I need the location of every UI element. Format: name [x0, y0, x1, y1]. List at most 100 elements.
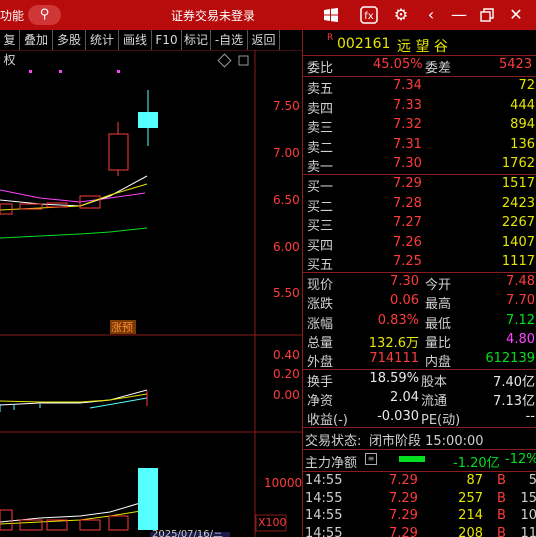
- sells-volume: 444: [510, 97, 535, 113]
- stat-value: 0.83%: [377, 312, 419, 328]
- window-title: 证券交易未登录: [171, 9, 256, 23]
- gear-icon[interactable]: ⚙: [390, 4, 412, 26]
- sells-volume: 894: [510, 117, 535, 132]
- tick-count: 5: [528, 473, 536, 488]
- tick-count: 15: [520, 490, 536, 506]
- stat-value: 0.06: [390, 293, 419, 309]
- sells-volume: 1762: [501, 156, 535, 171]
- stat-value: 714111: [369, 351, 419, 367]
- menu-item-1[interactable]: 叠加: [20, 30, 53, 50]
- stat-value: 7.70: [506, 293, 535, 309]
- settings-app-icon[interactable]: fx: [358, 4, 380, 26]
- weicha-value: 5423: [499, 57, 533, 72]
- volume-tick-label: 10000: [264, 476, 303, 490]
- main-flow-value: -1.20亿: [453, 456, 500, 471]
- buys-price: 7.28: [393, 195, 422, 211]
- tick-time: 14:55: [305, 490, 343, 506]
- buys-volume: 1407: [501, 234, 535, 250]
- forward-icon[interactable]: —: [448, 4, 470, 26]
- menu-item-7[interactable]: -自选: [211, 30, 248, 50]
- price-tick-label: 7.00: [273, 146, 300, 160]
- tick-bs: B: [497, 473, 506, 488]
- sells-row[interactable]: 卖三 7.32 894: [303, 116, 536, 136]
- buys-price: 7.27: [393, 215, 422, 230]
- buys-label: 买二: [307, 199, 334, 215]
- tick-bs: B: [497, 525, 506, 537]
- menu-item-0[interactable]: 复权: [0, 30, 20, 67]
- close-icon[interactable]: ✕: [505, 4, 527, 26]
- fundamental-value: 7.13亿: [493, 394, 535, 409]
- stat-value: 7.30: [390, 274, 419, 289]
- tick-volume: 208: [458, 525, 483, 537]
- buys-price: 7.25: [393, 254, 422, 269]
- svg-text:fx: fx: [364, 11, 374, 22]
- stat-value: 4.80: [506, 331, 535, 347]
- buys-price: 7.29: [393, 176, 422, 191]
- fundamental-row: 收益(-) -0.030 PE(动) --: [303, 408, 536, 428]
- sells-row[interactable]: 卖二 7.31 136: [303, 136, 536, 156]
- back-icon[interactable]: ‹: [420, 4, 442, 26]
- menu-item-5[interactable]: F10: [152, 30, 182, 50]
- sells-label: 卖四: [307, 101, 334, 117]
- price-tick-label: 6.00: [273, 240, 300, 254]
- buys-row[interactable]: 买五 7.25 1117: [303, 253, 536, 273]
- buys-row[interactable]: 买三 7.27 2267: [303, 214, 536, 234]
- stock-header: R 002161 远 望 谷: [303, 32, 536, 56]
- tick-bs: B: [497, 508, 506, 523]
- fundamental-label: 净资: [307, 394, 334, 409]
- price-tick-label: 5.50: [273, 286, 300, 300]
- main-flow-row: 主力净额 ≡ -1.20亿 -12%: [303, 451, 536, 471]
- diamond-icon[interactable]: [217, 53, 232, 68]
- menu-item-6[interactable]: 标记: [182, 30, 211, 50]
- main-flow-label: 主力净额: [305, 456, 358, 471]
- trade-status-value: 闭市阶段 15:00:00: [369, 434, 484, 449]
- r-badge: R: [327, 33, 334, 43]
- weicha-label: 委差: [425, 61, 452, 76]
- buys-row[interactable]: 买一 7.29 1517: [303, 175, 536, 195]
- tick-price: 7.29: [389, 490, 418, 506]
- forecast-badge[interactable]: 涨预: [111, 319, 133, 335]
- buys-row[interactable]: 买四 7.26 1407: [303, 234, 536, 254]
- menu-item-2[interactable]: 多股: [53, 30, 86, 50]
- kline-chart[interactable]: [0, 50, 302, 537]
- sells-label: 卖五: [307, 82, 334, 97]
- sells-row[interactable]: 卖四 7.33 444: [303, 97, 536, 117]
- stat-label: 涨跌: [307, 297, 334, 313]
- fundamental-label: 股本: [421, 375, 448, 390]
- stat-row: 外盘 714111 内盘 612139: [303, 350, 536, 370]
- square-icon[interactable]: [238, 55, 249, 66]
- stock-name[interactable]: 远 望 谷: [397, 36, 448, 56]
- stat-label: 最低: [425, 316, 452, 332]
- menu-item-4[interactable]: 画线: [119, 30, 152, 50]
- stat-row: 涨跌 0.06 最高 7.70: [303, 292, 536, 312]
- list-icon[interactable]: ≡: [365, 453, 377, 465]
- stock-code[interactable]: 002161: [337, 36, 390, 52]
- sells-price: 7.34: [393, 78, 422, 93]
- tick-price: 7.29: [389, 525, 418, 537]
- sells-row[interactable]: 卖五 7.34 72: [303, 77, 536, 97]
- indicator-tick-label: 0.40: [273, 348, 300, 362]
- stat-label: 量比: [425, 335, 452, 351]
- stat-label: 现价: [307, 278, 334, 293]
- stat-row: 现价 7.30 今开 7.48: [303, 273, 536, 293]
- fundamental-value: 18.59%: [369, 371, 419, 386]
- buys-row[interactable]: 买二 7.28 2423: [303, 195, 536, 215]
- buys-volume: 1117: [501, 254, 535, 269]
- fundamental-row: 净资 2.04 流通 7.13亿: [303, 389, 536, 409]
- quote-panel: R 002161 远 望 谷 委比 45.05% 委差 5423 卖五 7.34 7…: [302, 30, 536, 537]
- price-tick-label: 6.50: [273, 193, 300, 207]
- tick-time: 14:55: [305, 473, 343, 488]
- windows-icon[interactable]: [320, 4, 342, 26]
- stat-label: 总量: [307, 335, 334, 351]
- tick-count: 11: [520, 525, 536, 537]
- function-menu-label[interactable]: 功能: [0, 7, 24, 24]
- sells-row[interactable]: 卖一 7.30 1762: [303, 155, 536, 175]
- fundamental-value: -0.030: [377, 409, 419, 424]
- search-icon[interactable]: ⚲: [28, 5, 61, 25]
- tick-row: 14:55 7.29 208 B 11: [303, 525, 536, 537]
- menu-item-3[interactable]: 统计: [86, 30, 119, 50]
- buys-volume: 2267: [501, 215, 535, 230]
- menu-item-8[interactable]: 返回: [248, 30, 280, 50]
- sells-label: 卖三: [307, 121, 334, 136]
- restore-icon[interactable]: [476, 4, 498, 26]
